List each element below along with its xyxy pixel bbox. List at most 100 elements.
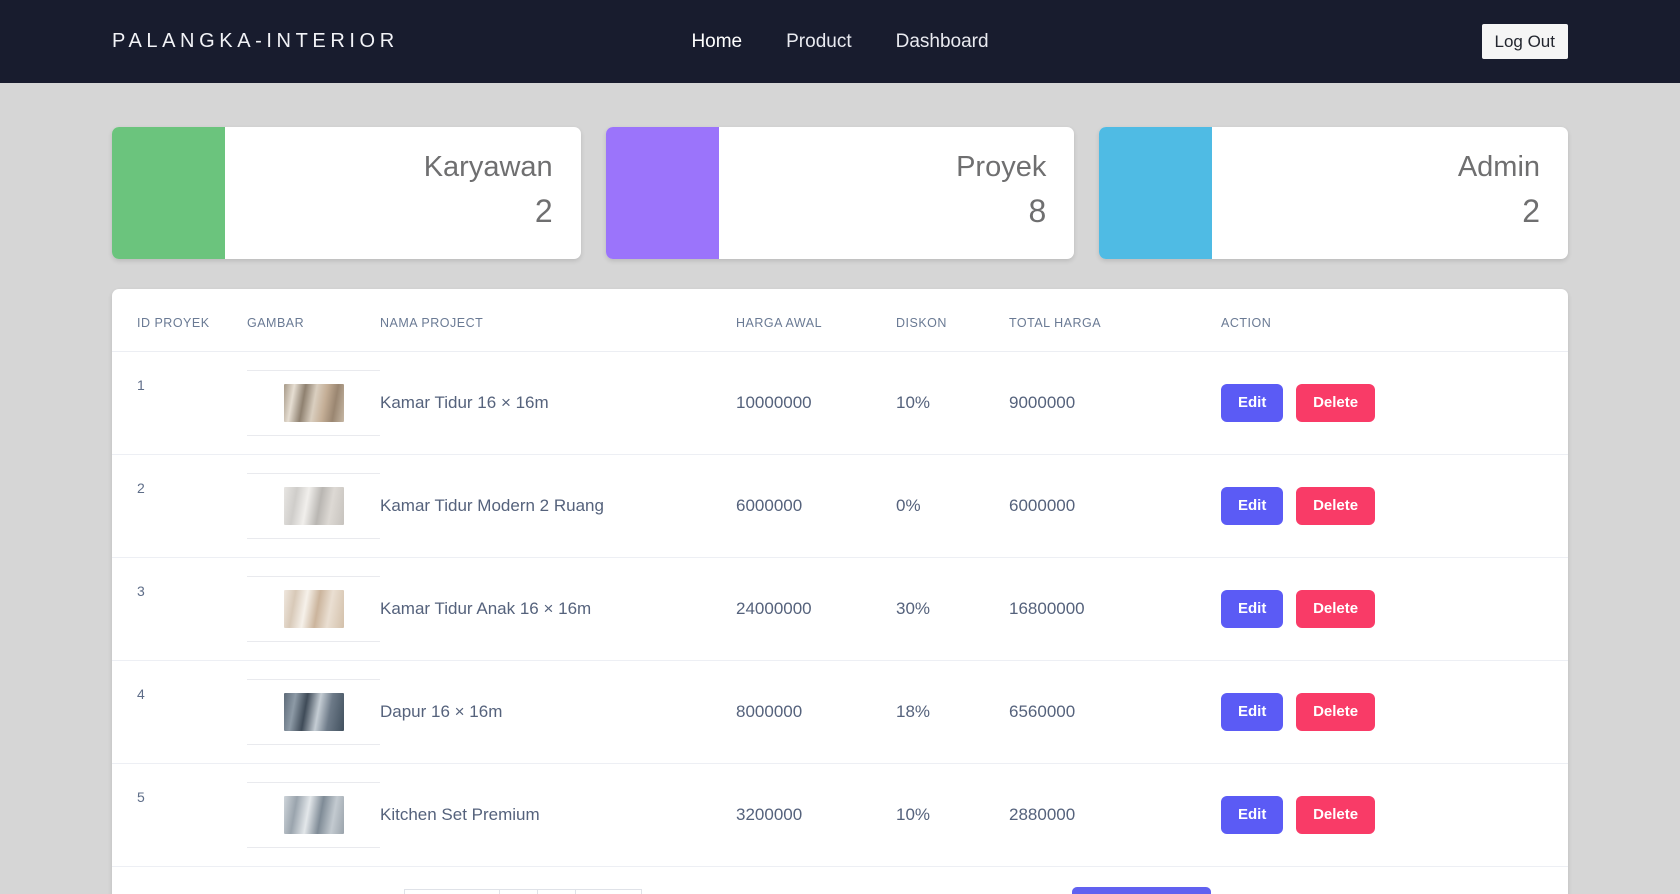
cell-diskon: 30% bbox=[896, 557, 1009, 661]
stat-card-admin-count: 2 bbox=[1522, 192, 1541, 229]
column-header-gambar: GAMBAR bbox=[247, 289, 380, 352]
cell-diskon: 18% bbox=[896, 660, 1009, 764]
table-row: 5 Kitchen Set Premium 3200000 10% 288000… bbox=[112, 763, 1568, 867]
cell-diskon: 10% bbox=[896, 351, 1009, 455]
add-data-button[interactable]: Tambah Data bbox=[1072, 886, 1212, 894]
column-header-action: ACTION bbox=[1221, 289, 1568, 352]
logout-button[interactable]: Log Out bbox=[1481, 23, 1568, 60]
stat-card-karyawan-count: 2 bbox=[534, 192, 553, 229]
page-content: Karyawan 2 Proyek 8 Admin 2 ID PROYEK GA… bbox=[0, 83, 1680, 894]
stat-card-proyek-swatch bbox=[605, 127, 719, 259]
cell-id: 2 bbox=[112, 454, 247, 558]
cell-id: 1 bbox=[112, 351, 247, 455]
cell-nama-project: Dapur 16 × 16m bbox=[380, 660, 736, 764]
delete-button[interactable]: Delete bbox=[1296, 693, 1376, 731]
cell-harga-awal: 10000000 bbox=[736, 351, 896, 455]
panel-footer: Previous 1 2 Next Tambah Data bbox=[112, 867, 1568, 894]
column-header-id-proyek: ID PROYEK bbox=[112, 289, 247, 352]
stat-card-admin-body: Admin 2 bbox=[1212, 127, 1568, 259]
thumbnail-frame bbox=[247, 679, 380, 745]
kitchen-thumbnail-image bbox=[283, 693, 344, 731]
stat-card-proyek-body: Proyek 8 bbox=[719, 127, 1075, 259]
cell-total-harga: 6560000 bbox=[1009, 660, 1221, 764]
column-header-diskon: DISKON bbox=[896, 289, 1009, 352]
cell-action: Edit Delete bbox=[1221, 454, 1568, 558]
projects-panel: ID PROYEK GAMBAR NAMA PROJECT HARGA AWAL… bbox=[112, 289, 1568, 894]
brand-logo: PALANGKA-INTERIOR bbox=[112, 30, 399, 52]
cell-gambar bbox=[247, 763, 380, 867]
projects-table: ID PROYEK GAMBAR NAMA PROJECT HARGA AWAL… bbox=[112, 289, 1568, 867]
bedroom-thumbnail-image bbox=[283, 384, 344, 422]
cell-total-harga: 16800000 bbox=[1009, 557, 1221, 661]
cell-diskon: 0% bbox=[896, 454, 1009, 558]
column-header-harga-awal: HARGA AWAL bbox=[736, 289, 896, 352]
stat-card-karyawan-body: Karyawan 2 bbox=[225, 127, 581, 259]
column-header-nama-project: NAMA PROJECT bbox=[380, 289, 736, 352]
nav-link-product[interactable]: Product bbox=[786, 31, 851, 53]
cell-total-harga: 2880000 bbox=[1009, 763, 1221, 867]
edit-button[interactable]: Edit bbox=[1221, 796, 1284, 834]
pagination-page-2-button[interactable]: 2 bbox=[536, 889, 575, 894]
cell-nama-project: Kamar Tidur Modern 2 Ruang bbox=[380, 454, 736, 558]
cell-gambar bbox=[247, 557, 380, 661]
delete-button[interactable]: Delete bbox=[1296, 384, 1376, 422]
table-row: 1 Kamar Tidur 16 × 16m 10000000 10% 9000… bbox=[112, 351, 1568, 455]
stat-card-karyawan-swatch bbox=[112, 127, 225, 259]
pagination-next-button[interactable]: Next bbox=[574, 889, 643, 894]
column-header-total-harga: TOTAL HARGA bbox=[1009, 289, 1221, 352]
cell-nama-project: Kamar Tidur Anak 16 × 16m bbox=[380, 557, 736, 661]
stats-cards: Karyawan 2 Proyek 8 Admin 2 bbox=[112, 83, 1569, 259]
projects-table-head: ID PROYEK GAMBAR NAMA PROJECT HARGA AWAL… bbox=[112, 289, 1568, 352]
pagination-page-1-button[interactable]: 1 bbox=[499, 889, 537, 894]
cell-action: Edit Delete bbox=[1221, 660, 1568, 764]
top-navbar: PALANGKA-INTERIOR Home Product Dashboard… bbox=[0, 0, 1680, 83]
edit-button[interactable]: Edit bbox=[1221, 384, 1284, 422]
cell-harga-awal: 6000000 bbox=[736, 454, 896, 558]
cell-id: 4 bbox=[112, 660, 247, 764]
stat-card-proyek-title: Proyek bbox=[956, 151, 1047, 184]
cell-id: 3 bbox=[112, 557, 247, 661]
cell-id: 5 bbox=[112, 763, 247, 867]
table-row: 4 Dapur 16 × 16m 8000000 18% 6560000 Edi… bbox=[112, 660, 1568, 764]
delete-button[interactable]: Delete bbox=[1296, 590, 1376, 628]
pagination: Previous 1 2 Next bbox=[404, 889, 643, 894]
stat-card-admin: Admin 2 bbox=[1099, 127, 1569, 259]
cell-action: Edit Delete bbox=[1221, 763, 1568, 867]
stat-card-proyek: Proyek 8 bbox=[605, 127, 1075, 259]
cell-nama-project: Kamar Tidur 16 × 16m bbox=[380, 351, 736, 455]
projects-table-body: 1 Kamar Tidur 16 × 16m 10000000 10% 9000… bbox=[112, 351, 1568, 867]
nav-link-home[interactable]: Home bbox=[691, 31, 742, 53]
nav-link-dashboard[interactable]: Dashboard bbox=[896, 31, 989, 53]
kids-bedroom-thumbnail-image bbox=[283, 590, 344, 628]
cell-action: Edit Delete bbox=[1221, 557, 1568, 661]
cell-harga-awal: 8000000 bbox=[736, 660, 896, 764]
cell-gambar bbox=[247, 660, 380, 764]
cell-diskon: 10% bbox=[896, 763, 1009, 867]
thumbnail-frame bbox=[247, 473, 380, 539]
table-row: 3 Kamar Tidur Anak 16 × 16m 24000000 30%… bbox=[112, 557, 1568, 661]
thumbnail-frame bbox=[247, 370, 380, 436]
stat-card-karyawan: Karyawan 2 bbox=[112, 127, 581, 259]
cell-total-harga: 6000000 bbox=[1009, 454, 1221, 558]
cell-gambar bbox=[247, 351, 380, 455]
pagination-previous-button[interactable]: Previous bbox=[404, 889, 500, 894]
cell-harga-awal: 24000000 bbox=[736, 557, 896, 661]
cell-gambar bbox=[247, 454, 380, 558]
kitchen-set-thumbnail-image bbox=[283, 796, 344, 834]
table-header-row: ID PROYEK GAMBAR NAMA PROJECT HARGA AWAL… bbox=[112, 289, 1568, 352]
thumbnail-frame bbox=[247, 782, 380, 848]
delete-button[interactable]: Delete bbox=[1296, 796, 1376, 834]
delete-button[interactable]: Delete bbox=[1296, 487, 1376, 525]
stat-card-karyawan-title: Karyawan bbox=[423, 151, 553, 184]
cell-total-harga: 9000000 bbox=[1009, 351, 1221, 455]
edit-button[interactable]: Edit bbox=[1221, 487, 1284, 525]
cell-nama-project: Kitchen Set Premium bbox=[380, 763, 736, 867]
table-row: 2 Kamar Tidur Modern 2 Ruang 6000000 0% … bbox=[112, 454, 1568, 558]
thumbnail-frame bbox=[247, 576, 380, 642]
bedroom-modern-thumbnail-image bbox=[283, 487, 344, 525]
edit-button[interactable]: Edit bbox=[1221, 693, 1284, 731]
edit-button[interactable]: Edit bbox=[1221, 590, 1284, 628]
stat-card-admin-swatch bbox=[1099, 127, 1213, 259]
stat-card-admin-title: Admin bbox=[1457, 151, 1541, 184]
cell-action: Edit Delete bbox=[1221, 351, 1568, 455]
